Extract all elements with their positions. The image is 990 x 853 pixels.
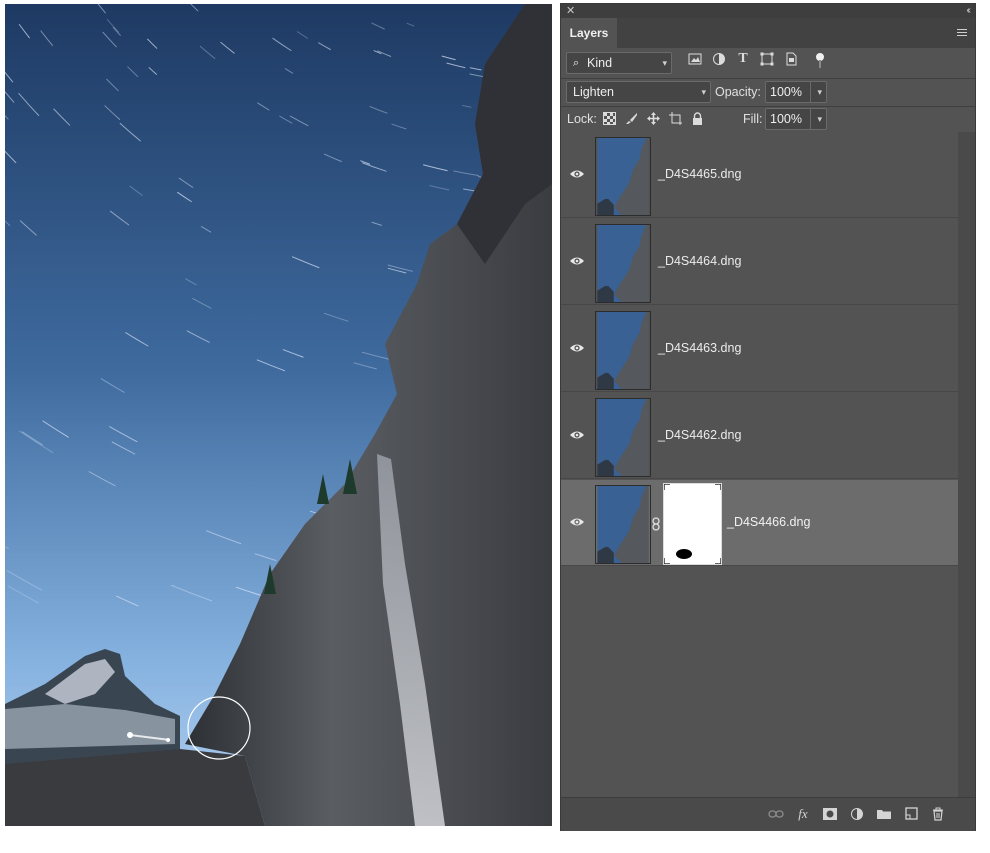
layer-row[interactable]: _D4S4463.dng bbox=[561, 306, 958, 392]
close-panel-icon[interactable]: ✕ bbox=[566, 4, 575, 18]
tab-layers[interactable]: Layers bbox=[561, 18, 617, 48]
fill-label: Fill: bbox=[743, 112, 763, 126]
eye-icon[interactable] bbox=[569, 255, 585, 267]
search-icon: ⌕ bbox=[573, 57, 580, 69]
panel-titlebar: ✕ ‹‹ bbox=[561, 4, 975, 18]
blend-row: Lighten ▾ Opacity: 100% ▾ bbox=[561, 79, 975, 106]
link-layers-icon[interactable] bbox=[768, 807, 784, 821]
chevron-down-icon: ▾ bbox=[701, 87, 706, 97]
layer-list: _D4S4465.dng _D4S4464.dng _D4S4463.dng _… bbox=[561, 132, 958, 797]
layers-bottom-bar: fx bbox=[561, 797, 975, 831]
lock-label: Lock: bbox=[567, 112, 597, 126]
new-layer-icon[interactable] bbox=[903, 807, 919, 821]
adjustment-filter-icon[interactable] bbox=[712, 52, 726, 66]
lock-artboard-icon[interactable] bbox=[669, 112, 682, 125]
smart-object-filter-icon[interactable] bbox=[784, 52, 798, 66]
blend-mode-value: Lighten bbox=[573, 85, 615, 99]
layer-row[interactable]: _D4S4462.dng bbox=[561, 393, 958, 479]
lock-transparent-pixels-icon[interactable] bbox=[603, 112, 616, 125]
layer-thumbnail bbox=[595, 224, 651, 303]
filter-row: ⌕ Kind ▾ T bbox=[561, 48, 975, 78]
layer-thumbnail bbox=[595, 311, 651, 390]
blend-mode-select[interactable]: Lighten ▾ bbox=[566, 81, 711, 103]
eye-icon[interactable] bbox=[569, 516, 585, 528]
eye-icon[interactable] bbox=[569, 168, 585, 180]
kind-filter-select[interactable]: ⌕ Kind ▾ bbox=[566, 52, 672, 74]
layer-name[interactable]: _D4S4462.dng bbox=[658, 427, 741, 443]
shape-filter-icon[interactable] bbox=[760, 52, 774, 66]
layer-list-scrollbar[interactable] bbox=[958, 132, 975, 797]
layer-row-selected[interactable]: _D4S4466.dng bbox=[561, 480, 958, 566]
panel-menu-icon[interactable] bbox=[957, 29, 967, 37]
chevron-down-icon: ▾ bbox=[662, 58, 667, 68]
mask-link-icon[interactable] bbox=[652, 517, 660, 531]
add-mask-icon[interactable] bbox=[822, 807, 838, 821]
eye-icon[interactable] bbox=[569, 429, 585, 441]
fx-icon[interactable]: fx bbox=[795, 807, 811, 821]
collapse-panel-icon[interactable]: ‹‹ bbox=[966, 4, 970, 18]
layer-thumbnail bbox=[595, 398, 651, 477]
adjustment-layer-icon[interactable] bbox=[849, 807, 865, 821]
layers-panel: ✕ ‹‹ Layers ⌕ Kind ▾ T Lighten ▾ Opacity… bbox=[561, 4, 975, 831]
group-folder-icon[interactable] bbox=[876, 807, 892, 821]
layer-row[interactable]: _D4S4464.dng bbox=[561, 219, 958, 305]
star-trail-photo bbox=[5, 4, 552, 826]
panel-tab-row: Layers bbox=[561, 18, 975, 48]
kind-filter-label: Kind bbox=[587, 56, 613, 70]
image-filter-icon[interactable] bbox=[688, 52, 702, 66]
layer-name[interactable]: _D4S4466.dng bbox=[727, 514, 810, 530]
trash-icon[interactable] bbox=[930, 807, 946, 821]
type-filter-icon[interactable]: T bbox=[736, 52, 750, 66]
layer-name[interactable]: _D4S4464.dng bbox=[658, 253, 741, 269]
lock-position-icon[interactable] bbox=[647, 112, 660, 125]
lock-all-icon[interactable] bbox=[691, 112, 704, 125]
fill-value: 100% bbox=[770, 112, 802, 126]
lock-image-pixels-icon[interactable] bbox=[625, 112, 638, 125]
lock-row: Lock: Fill: 100% ▾ bbox=[561, 107, 975, 132]
layer-name[interactable]: _D4S4463.dng bbox=[658, 340, 741, 356]
opacity-value: 100% bbox=[770, 85, 802, 99]
opacity-input[interactable]: 100% ▾ bbox=[765, 81, 827, 103]
document-canvas[interactable] bbox=[5, 4, 552, 826]
chevron-down-icon[interactable]: ▾ bbox=[817, 109, 822, 129]
layer-name[interactable]: _D4S4465.dng bbox=[658, 166, 741, 182]
mask-preview bbox=[663, 483, 722, 565]
opacity-label: Opacity: bbox=[715, 85, 761, 99]
eye-icon[interactable] bbox=[569, 342, 585, 354]
chevron-down-icon[interactable]: ▾ bbox=[817, 82, 822, 102]
filter-toggle-icon[interactable] bbox=[813, 52, 827, 68]
layer-row[interactable]: _D4S4465.dng bbox=[561, 132, 958, 218]
layer-thumbnail bbox=[595, 137, 651, 216]
fill-input[interactable]: 100% ▾ bbox=[765, 108, 827, 130]
layer-thumbnail bbox=[595, 485, 651, 564]
layer-mask-thumbnail[interactable] bbox=[663, 483, 722, 565]
